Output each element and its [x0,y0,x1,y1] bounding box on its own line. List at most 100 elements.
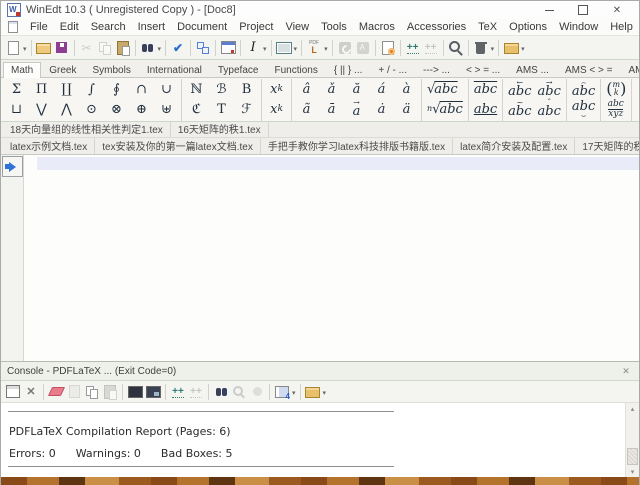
symbol-cell[interactable]: ∫ [79,79,104,99]
dropdown-arrow-icon[interactable] [293,42,299,54]
document-tab[interactable]: 17天矩阵的秩2.tex [575,138,639,154]
symbol-cell[interactable]: ǎ [319,79,344,99]
palette-tab-international[interactable]: International [139,62,210,77]
palette-tab-functions[interactable]: Functions [266,62,325,77]
menu-item-project[interactable]: Project [233,21,279,33]
find-button[interactable] [139,39,163,57]
symbol-cell[interactable]: ⌢abc [569,79,598,99]
palette-tab--[interactable]: { || } ... [326,62,371,77]
palette-tab--[interactable]: ---> ... [415,62,458,77]
add-bookmarks-button[interactable] [404,39,422,57]
dropdown-arrow-icon[interactable] [22,42,28,54]
symbol-cell[interactable]: ⊗ [104,99,129,119]
dropdown-arrow-icon[interactable] [490,42,496,54]
symbol-cell[interactable]: ã [294,99,319,119]
symbol-cell[interactable]: abc⌣ [569,99,598,119]
dropdown-arrow-icon[interactable] [157,42,163,54]
paste-button[interactable] [101,383,119,401]
symbol-cell[interactable]: ⋁ [29,99,54,119]
maximize-button[interactable] [573,3,593,17]
symbol-cell[interactable]: ℱ [234,99,259,119]
symbol-cell[interactable]: √abc [424,79,461,99]
menu-item-window[interactable]: Window [553,21,604,33]
console-window-button[interactable] [4,383,22,401]
paste-button[interactable] [114,39,132,57]
symbol-cell[interactable]: â [294,79,319,99]
symbol-cell[interactable]: ⋀ [54,99,79,119]
symbol-cell[interactable]: á [369,79,394,99]
menu-item-tools[interactable]: Tools [315,21,353,33]
symbol-cell[interactable]: ∐ [54,79,79,99]
symbol-cell[interactable]: à [394,79,419,99]
options-interface-button[interactable] [219,39,237,57]
document-tab[interactable]: latex示例文档.tex [3,138,95,154]
menu-item-insert[interactable]: Insert [132,21,172,33]
menu-item-options[interactable]: Options [503,21,553,33]
symbol-cell[interactable]: ⊙ [79,99,104,119]
menu-item-tex[interactable]: TeX [472,21,503,33]
symbol-cell[interactable]: abc [471,99,500,119]
delete-lines-button[interactable] [65,383,83,401]
document-tab[interactable]: 16天矩阵的秩1.tex [171,122,269,137]
symbol-cell[interactable]: ←abc [505,79,534,99]
italic-button[interactable] [244,39,268,57]
symbol-cell[interactable]: n√abc [424,99,466,119]
menu-item-document[interactable]: Document [171,21,233,33]
minimize-button[interactable] [539,3,559,17]
close-console-button[interactable] [22,383,40,401]
symbol-cell[interactable]: →abc [535,79,564,99]
palette-tab-ams-[interactable]: AMS ... [508,62,557,77]
document-tab[interactable]: tex安装及你的第一篇latex文档.tex [95,138,261,154]
editor-area[interactable] [1,155,639,361]
symbol-cell[interactable]: ă [344,79,369,99]
add-bookmarks-button[interactable] [169,383,187,401]
symbol-cell[interactable]: ä [394,99,419,119]
table-4-button[interactable] [273,383,297,401]
symbol-cell[interactable]: (mk) [603,79,629,99]
new-document-button[interactable] [4,39,28,57]
menu-item-macros[interactable]: Macros [353,21,401,33]
symbol-cell[interactable]: ā [319,99,344,119]
pdflatex-button[interactable] [305,39,329,57]
remove-bookmarks-button[interactable] [422,39,440,57]
symbol-cell[interactable]: Σ [4,79,29,99]
menu-item-edit[interactable]: Edit [54,21,85,33]
symbol-cell[interactable]: →a [344,99,369,119]
copy-button[interactable] [83,383,101,401]
symbol-cell[interactable]: ℬ [209,79,234,99]
palette-tab--[interactable]: < > = ... [458,62,508,77]
scrollbar-up-arrow-icon[interactable] [626,403,639,414]
search-project-button[interactable] [447,39,465,57]
symbol-cell[interactable]: ℕ [184,79,209,99]
acrobat-texify-button[interactable] [354,39,372,57]
dropdown-arrow-icon[interactable] [322,386,328,398]
copy-button[interactable] [96,39,114,57]
symbol-cell[interactable]: B [234,79,259,99]
dropdown-arrow-icon[interactable] [291,386,297,398]
symbol-cell[interactable]: xk [264,99,289,119]
console-close-icon[interactable] [619,365,633,377]
cut-button[interactable] [78,39,96,57]
symbol-cell[interactable]: T [209,99,234,119]
menu-item-accessories[interactable]: Accessories [401,21,472,33]
symbol-cell[interactable]: ȧ [369,99,394,119]
document-tab[interactable]: latex简介安装及配置.tex [453,138,575,154]
console-image-button[interactable] [144,383,162,401]
execution-modes-button[interactable] [379,39,397,57]
open-folder-button[interactable] [35,39,53,57]
scrollbar-down-arrow-icon[interactable] [626,466,639,477]
symbol-cell[interactable]: xk [264,79,289,99]
find-button[interactable] [212,383,230,401]
symbol-cell[interactable]: ℭ [184,99,209,119]
console-vertical-scrollbar[interactable] [625,403,639,477]
folder-options-button[interactable] [304,383,328,401]
dropdown-arrow-icon[interactable] [262,42,268,54]
menu-item-help[interactable]: Help [604,21,639,33]
palette-tab-typeface[interactable]: Typeface [210,62,267,77]
preview-button[interactable] [275,39,299,57]
symbol-cell[interactable]: Π [29,79,54,99]
symbol-cell[interactable]: ⊕ [129,99,154,119]
console-header[interactable]: Console - PDFLaTeX ... (Exit Code=0) [1,361,639,381]
folder-options-button[interactable] [502,39,526,57]
palette-tab--[interactable]: + / - ... [370,62,415,77]
